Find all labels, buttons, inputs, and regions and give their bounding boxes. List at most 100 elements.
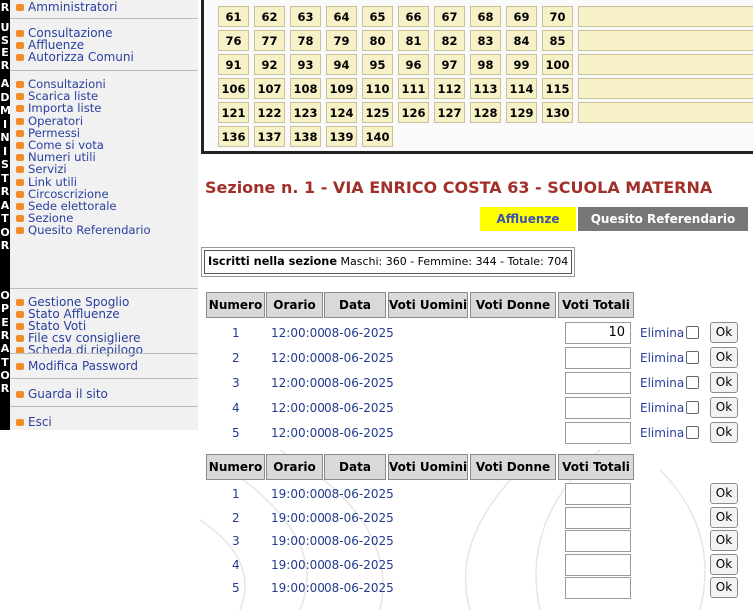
section-number-cell[interactable]: 140 xyxy=(362,126,393,147)
section-number-cell[interactable]: 65 xyxy=(362,6,393,27)
tab-quesito-referendario[interactable]: Quesito Referendario xyxy=(578,207,748,231)
elimina-checkbox[interactable] xyxy=(686,426,699,439)
section-number-cell[interactable]: 93 xyxy=(290,54,321,75)
section-number-cell[interactable]: 126 xyxy=(398,102,429,123)
section-number-cell[interactable]: 82 xyxy=(434,30,465,51)
ok-button[interactable]: Ok xyxy=(710,422,738,443)
section-number-cell[interactable]: 64 xyxy=(326,6,357,27)
section-number-cell[interactable]: 109 xyxy=(326,78,357,99)
sidebar-item-esci[interactable]: Esci xyxy=(28,416,52,428)
section-number-cell[interactable]: 115 xyxy=(542,78,573,99)
section-number-cell[interactable]: 130 xyxy=(542,102,573,123)
section-number-cell[interactable]: 66 xyxy=(398,6,429,27)
section-number-cell[interactable]: 77 xyxy=(254,30,285,51)
ok-button[interactable]: Ok xyxy=(710,577,738,598)
section-number-cell-partial[interactable] xyxy=(578,102,753,123)
section-number-cell[interactable]: 95 xyxy=(362,54,393,75)
ok-button[interactable]: Ok xyxy=(710,530,738,551)
sidebar-item-admin[interactable]: Importa liste xyxy=(28,102,101,114)
sidebar-item-guarda-sito[interactable]: Guarda il sito xyxy=(28,388,108,400)
voti-totali-input[interactable] xyxy=(565,506,631,529)
section-number-cell-partial[interactable] xyxy=(578,54,753,75)
section-number-cell[interactable]: 62 xyxy=(254,6,285,27)
voti-totali-input[interactable] xyxy=(565,530,631,552)
elimina-link[interactable]: Elimina xyxy=(640,326,684,340)
elimina-checkbox[interactable] xyxy=(686,326,699,339)
ok-button[interactable]: Ok xyxy=(710,553,738,575)
elimina-link[interactable]: Elimina xyxy=(640,351,684,365)
section-number-cell[interactable]: 128 xyxy=(470,102,501,123)
ok-button[interactable]: Ok xyxy=(710,372,738,393)
section-number-cell[interactable]: 61 xyxy=(218,6,249,27)
voti-totali-input[interactable] xyxy=(565,483,631,505)
section-number-cell[interactable]: 96 xyxy=(398,54,429,75)
section-number-cell[interactable]: 70 xyxy=(542,6,573,27)
section-number-cell[interactable]: 99 xyxy=(506,54,537,75)
section-number-cell[interactable]: 136 xyxy=(218,126,249,147)
sidebar-item-admin[interactable]: Come si vota xyxy=(28,139,104,151)
voti-totali-input[interactable] xyxy=(565,422,631,444)
ok-button[interactable]: Ok xyxy=(710,506,738,528)
elimina-checkbox[interactable] xyxy=(686,376,699,389)
section-number-cell[interactable]: 113 xyxy=(470,78,501,99)
section-number-cell[interactable]: 106 xyxy=(218,78,249,99)
section-number-cell[interactable]: 92 xyxy=(254,54,285,75)
section-number-cell[interactable]: 78 xyxy=(290,30,321,51)
ok-button[interactable]: Ok xyxy=(710,347,738,368)
section-number-cell[interactable]: 97 xyxy=(434,54,465,75)
section-number-cell[interactable]: 83 xyxy=(470,30,501,51)
tab-affluenze[interactable]: Affluenze xyxy=(480,207,576,231)
sidebar-item-admin[interactable]: Link utili xyxy=(28,176,77,188)
sidebar-item-admin[interactable]: Numeri utili xyxy=(28,151,96,163)
voti-totali-input[interactable]: 10 xyxy=(565,322,631,344)
section-number-cell[interactable]: 139 xyxy=(326,126,357,147)
section-number-cell-partial[interactable] xyxy=(578,30,753,51)
voti-totali-input[interactable] xyxy=(565,553,631,576)
section-number-cell[interactable]: 111 xyxy=(398,78,429,99)
section-number-cell-partial[interactable] xyxy=(578,6,753,27)
elimina-link[interactable]: Elimina xyxy=(640,401,684,415)
section-number-cell[interactable]: 81 xyxy=(398,30,429,51)
section-number-cell[interactable]: 108 xyxy=(290,78,321,99)
sidebar-item-modifica-password[interactable]: Modifica Password xyxy=(28,360,138,372)
section-number-cell[interactable]: 85 xyxy=(542,30,573,51)
section-number-cell[interactable]: 67 xyxy=(434,6,465,27)
section-number-cell[interactable]: 110 xyxy=(362,78,393,99)
section-number-cell[interactable]: 79 xyxy=(326,30,357,51)
voti-totali-input[interactable] xyxy=(565,577,631,599)
section-number-cell[interactable]: 107 xyxy=(254,78,285,99)
section-number-cell[interactable]: 121 xyxy=(218,102,249,123)
sidebar-item-operator[interactable]: Scheda di riepilogo xyxy=(28,344,143,356)
sidebar-item-admin[interactable]: Consultazioni xyxy=(28,78,106,90)
section-number-cell[interactable]: 94 xyxy=(326,54,357,75)
sidebar-item-admin[interactable]: Sede elettorale xyxy=(28,200,117,212)
section-number-cell[interactable]: 68 xyxy=(470,6,501,27)
elimina-checkbox[interactable] xyxy=(686,351,699,364)
section-number-cell[interactable]: 137 xyxy=(254,126,285,147)
ok-button[interactable]: Ok xyxy=(710,483,738,504)
section-number-cell[interactable]: 63 xyxy=(290,6,321,27)
elimina-link[interactable]: Elimina xyxy=(640,376,684,390)
section-number-cell[interactable]: 98 xyxy=(470,54,501,75)
section-number-cell[interactable]: 125 xyxy=(362,102,393,123)
section-number-cell[interactable]: 114 xyxy=(506,78,537,99)
ok-button[interactable]: Ok xyxy=(710,397,738,418)
sidebar-item-admin[interactable]: Quesito Referendario xyxy=(28,224,151,236)
section-number-cell-partial[interactable] xyxy=(578,78,753,99)
section-number-cell[interactable]: 100 xyxy=(542,54,573,75)
section-number-cell[interactable]: 124 xyxy=(326,102,357,123)
section-number-cell[interactable]: 127 xyxy=(434,102,465,123)
elimina-link[interactable]: Elimina xyxy=(640,426,684,440)
sidebar-item-admin[interactable]: Operatori xyxy=(28,115,83,127)
section-number-cell[interactable]: 123 xyxy=(290,102,321,123)
sidebar-item-amministratori[interactable]: Amministratori xyxy=(28,1,117,13)
section-number-cell[interactable]: 129 xyxy=(506,102,537,123)
elimina-checkbox[interactable] xyxy=(686,401,699,414)
sidebar-item-admin[interactable]: Servizi xyxy=(28,163,67,175)
section-number-cell[interactable]: 84 xyxy=(506,30,537,51)
ok-button[interactable]: Ok xyxy=(710,322,738,343)
sidebar-item-admin[interactable]: Sezione xyxy=(28,212,73,224)
section-number-cell[interactable]: 122 xyxy=(254,102,285,123)
section-number-cell[interactable]: 76 xyxy=(218,30,249,51)
section-number-cell[interactable]: 69 xyxy=(506,6,537,27)
